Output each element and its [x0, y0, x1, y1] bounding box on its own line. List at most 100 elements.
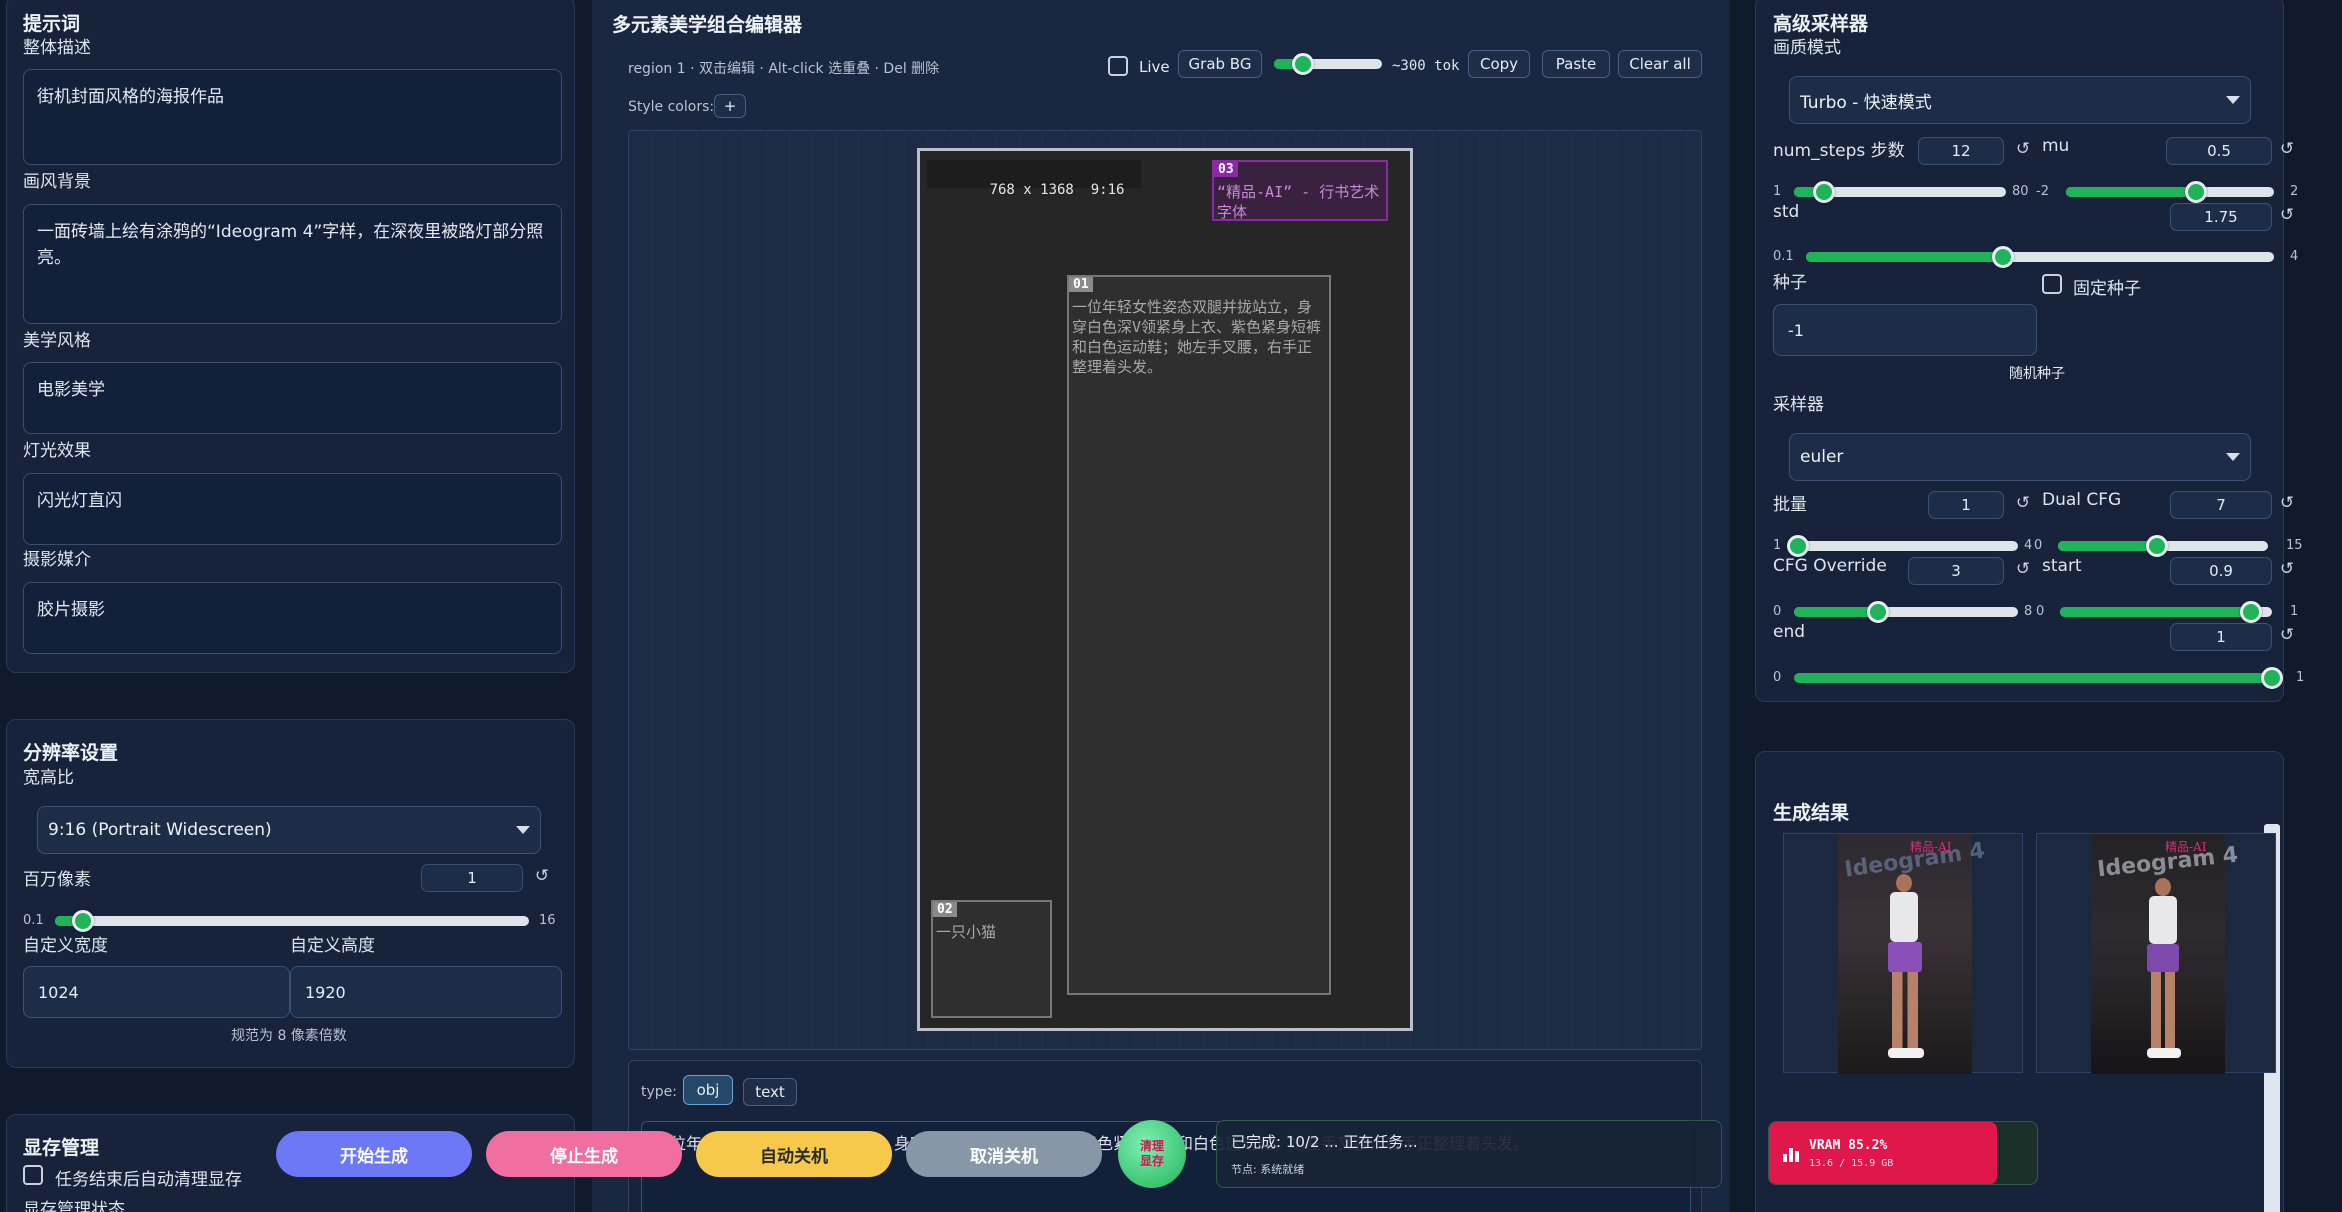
clear-vram-label: 清理显存 [1139, 1139, 1164, 1168]
auto-clear-checkbox[interactable] [23, 1165, 43, 1185]
height-input[interactable]: 1920 [290, 966, 562, 1018]
dualcfg-reset-icon[interactable]: ↺ [2276, 493, 2298, 513]
batch-reset-icon[interactable]: ↺ [2012, 493, 2034, 513]
end-slider[interactable] [1794, 673, 2272, 683]
end-slider-thumb[interactable] [2261, 667, 2283, 689]
dualcfg-slider-thumb[interactable] [2145, 535, 2168, 557]
mu-slider-thumb[interactable] [2185, 181, 2207, 203]
auto-shutdown-button[interactable]: 自动关机 [696, 1131, 892, 1177]
light-textarea[interactable]: 闪光灯直闪 [23, 473, 562, 545]
canvas-opacity-slider[interactable] [1274, 59, 1382, 69]
fixed-seed-checkbox[interactable] [2042, 274, 2062, 294]
batch-input[interactable]: 1 [1928, 491, 2004, 519]
vram-mgmt-title: 显存管理 [23, 1137, 100, 1159]
sampler-label: 采样器 [1773, 395, 1824, 415]
paste-button[interactable]: Paste [1542, 50, 1610, 78]
region-02[interactable]: 02 一只小猫 [931, 900, 1052, 1018]
region-03[interactable]: 03 “精品-AI” - 行书艺术字体 [1212, 160, 1388, 221]
figure-1-shoes [1888, 1048, 1924, 1058]
megapixel-slider-thumb[interactable] [72, 910, 95, 932]
end-reset-icon[interactable]: ↺ [2276, 625, 2298, 645]
resolution-title: 分辨率设置 [23, 742, 119, 764]
copy-button[interactable]: Copy [1468, 50, 1530, 78]
steps-slider-thumb[interactable] [1812, 181, 1835, 203]
sampler-select[interactable]: euler [1789, 433, 2251, 481]
background-label: 画风背景 [23, 172, 91, 192]
seed-input[interactable]: -1 [1773, 304, 2037, 356]
aspect-value: 9:16 (Portrait Widescreen) [48, 820, 272, 840]
canvas-size: 768 x 1368 [989, 182, 1074, 198]
type-obj-button[interactable]: obj [683, 1075, 733, 1105]
mode-select[interactable]: Turbo - 快速模式 [1789, 76, 2251, 124]
mu-slider[interactable] [2066, 187, 2274, 197]
clear-vram-button[interactable]: 清理显存 [1118, 1120, 1186, 1188]
megapixel-slider[interactable] [55, 916, 529, 926]
std-reset-icon[interactable]: ↺ [2276, 205, 2298, 225]
megapixel-min: 0.1 [23, 913, 44, 928]
canvas-opacity-thumb[interactable] [1292, 53, 1314, 75]
result-image-1[interactable]: Ideogram 4 精品-AI [1783, 833, 2023, 1074]
random-seed-button[interactable]: 随机种子 [2009, 363, 2065, 383]
batch-slider[interactable] [1798, 541, 2018, 551]
editor-title: 多元素美学组合编辑器 [612, 14, 803, 36]
vram-detail: 13.6 / 15.9 GB [1809, 1158, 1894, 1169]
megapixel-label: 百万像素 [23, 870, 91, 890]
batch-label: 批量 [1773, 495, 1807, 515]
start-reset-icon[interactable]: ↺ [2276, 559, 2298, 579]
std-input[interactable]: 1.75 [2170, 203, 2272, 231]
resolution-note: 规范为 8 像素倍数 [231, 1028, 347, 1044]
cfgo-slider[interactable] [1794, 607, 2018, 617]
sampler-value: euler [1800, 447, 1844, 467]
start-slider-thumb[interactable] [2239, 601, 2262, 623]
mu-label: mu [2042, 136, 2070, 156]
megapixel-reset-icon[interactable]: ↺ [531, 866, 553, 886]
result-image-2[interactable]: Ideogram 4 精品-AI [2036, 833, 2276, 1074]
clear-all-button[interactable]: Clear all [1618, 50, 1702, 78]
steps-input[interactable]: 12 [1918, 137, 2004, 165]
end-input[interactable]: 1 [2170, 623, 2272, 651]
type-text-button[interactable]: text [743, 1078, 797, 1106]
std-slider[interactable] [1806, 252, 2274, 262]
background-textarea[interactable]: 一面砖墙上绘有涂鸦的“Ideogram 4”字样，在深夜里被路灯部分照亮。 [23, 204, 562, 324]
resolution-panel: 分辨率设置 宽高比 9:16 (Portrait Widescreen) 百万像… [6, 719, 575, 1068]
aspect-select[interactable]: 9:16 (Portrait Widescreen) [37, 806, 541, 854]
mu-reset-icon[interactable]: ↺ [2276, 139, 2298, 159]
canvas[interactable]: 768 x 1368 9:16 01 一位年轻女性姿态双腿并拢站立，身穿白色深V… [917, 148, 1413, 1031]
overall-textarea[interactable]: 街机封面风格的海报作品 [23, 69, 562, 165]
steps-reset-icon[interactable]: ↺ [2012, 139, 2034, 159]
region-01[interactable]: 01 一位年轻女性姿态双腿并拢站立，身穿白色深V领紧身上衣、紫色紧身短裤和白色运… [1067, 275, 1331, 995]
figure-1-top [1890, 892, 1918, 942]
stop-generate-button[interactable]: 停止生成 [486, 1131, 682, 1177]
fixed-seed-label: 固定种子 [2073, 279, 2141, 299]
batch-max: 4 [2024, 538, 2033, 553]
width-label: 自定义宽度 [23, 936, 108, 956]
live-checkbox[interactable] [1108, 56, 1128, 76]
mu-input[interactable]: 0.5 [2166, 137, 2272, 165]
dualcfg-input[interactable]: 7 [2170, 491, 2272, 519]
mode-value: Turbo - 快速模式 [1800, 92, 1932, 113]
grab-bg-button[interactable]: Grab BG [1178, 50, 1262, 78]
token-count: ~300 tok [1392, 58, 1460, 74]
media-textarea[interactable]: 胶片摄影 [23, 582, 562, 654]
start-generate-button[interactable]: 开始生成 [276, 1131, 472, 1177]
megapixel-input[interactable]: 1 [421, 864, 523, 892]
cfgo-input[interactable]: 3 [1908, 557, 2004, 585]
style-label: 美学风格 [23, 331, 91, 351]
steps-min: 1 [1773, 184, 1782, 199]
chevron-down-icon [2226, 453, 2240, 461]
cancel-shutdown-button[interactable]: 取消关机 [906, 1131, 1102, 1177]
region-03-tag: 03 [1214, 162, 1238, 177]
batch-slider-thumb[interactable] [1787, 535, 1809, 557]
figure-1-head [1896, 874, 1912, 892]
style-colors-label: Style colors: [628, 99, 715, 115]
std-slider-thumb[interactable] [1991, 246, 2014, 268]
poster-2: Ideogram 4 精品-AI [2091, 834, 2239, 1074]
poster-1: Ideogram 4 精品-AI [1838, 834, 1986, 1074]
add-color-button[interactable]: + [714, 94, 746, 118]
batch-min: 1 [1773, 538, 1782, 553]
cfgo-slider-thumb[interactable] [1867, 601, 1889, 623]
start-input[interactable]: 0.9 [2170, 557, 2272, 585]
width-input[interactable]: 1024 [23, 966, 290, 1018]
cfgo-reset-icon[interactable]: ↺ [2012, 559, 2034, 579]
style-textarea[interactable]: 电影美学 [23, 362, 562, 434]
